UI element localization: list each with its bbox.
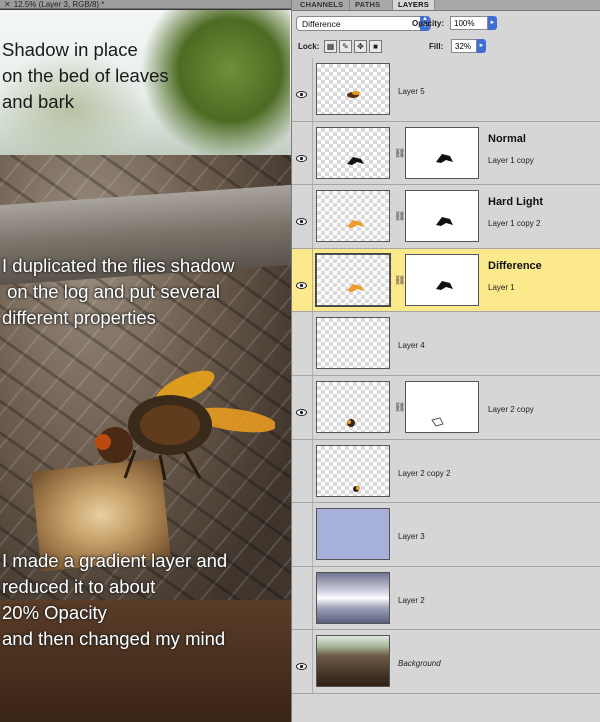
layer-name[interactable]: Layer 2 copy 2 bbox=[398, 469, 450, 478]
eye-icon[interactable] bbox=[296, 276, 307, 289]
tab-channels[interactable]: CHANNELS bbox=[295, 0, 348, 10]
caption-duplicated: I duplicated the flies shadow on the log… bbox=[2, 255, 235, 328]
lock-label: Lock: bbox=[298, 42, 320, 51]
layer-thumbnail[interactable] bbox=[316, 126, 390, 179]
layer-row[interactable]: Layer 5 bbox=[292, 58, 600, 122]
layer-name[interactable]: Layer 2 copy bbox=[488, 405, 534, 414]
caption-shadow: Shadow in place on the bed of leaves and… bbox=[2, 39, 169, 112]
fill-arrow-icon[interactable]: ► bbox=[477, 39, 486, 53]
fill-label: Fill: bbox=[429, 42, 444, 51]
layers-list: Layer 5 ⛓ Normal Layer 1 copy ⛓ Hard Light Lay… bbox=[292, 58, 600, 694]
layer-thumbnail[interactable] bbox=[316, 63, 390, 115]
opacity-label: Opacity: bbox=[412, 19, 445, 28]
lock-transparent-pixels-icon[interactable]: ▦ bbox=[324, 40, 337, 53]
layer-mask-thumbnail[interactable] bbox=[405, 253, 479, 306]
layer-mode-note: Difference bbox=[488, 259, 542, 272]
visibility-toggle[interactable] bbox=[292, 375, 313, 439]
layer-name[interactable]: Layer 1 copy bbox=[488, 156, 534, 165]
layer-thumbnail[interactable] bbox=[316, 317, 390, 370]
visibility-toggle[interactable] bbox=[292, 58, 313, 121]
lock-all-icon[interactable]: ■ bbox=[369, 40, 382, 53]
layer-name[interactable]: Layer 1 bbox=[488, 283, 515, 292]
tab-layers[interactable]: LAYERS bbox=[392, 0, 435, 10]
blend-mode-value: Difference bbox=[302, 19, 341, 29]
layer-row[interactable]: Layer 4 bbox=[292, 312, 600, 376]
blend-options-row: Difference ▲ ▼ Opacity: 100% ► bbox=[292, 10, 600, 36]
visibility-toggle[interactable] bbox=[292, 503, 313, 566]
visibility-toggle[interactable] bbox=[292, 312, 313, 375]
layer-mask-thumbnail[interactable] bbox=[405, 380, 479, 433]
lock-image-pixels-icon[interactable]: ✎ bbox=[339, 40, 352, 53]
image-canvas[interactable]: Shadow in place on the bed of leaves and… bbox=[0, 10, 291, 722]
layers-panel: CHANNELS PATHS LAYERS Difference ▲ ▼ Opac… bbox=[291, 0, 600, 722]
layer-name[interactable]: Background bbox=[398, 659, 441, 668]
visibility-toggle[interactable] bbox=[292, 566, 313, 630]
layer-thumbnail[interactable] bbox=[316, 508, 390, 561]
document-tab[interactable]: ✕ 12.5% (Layer 3, RGB/8) * bbox=[0, 0, 291, 9]
layer-name[interactable]: Layer 5 bbox=[398, 87, 425, 96]
layer-mode-note: Normal bbox=[488, 132, 526, 145]
layer-row[interactable]: Layer 2 copy 2 bbox=[292, 439, 600, 504]
layer-row[interactable]: ⛓ Difference Layer 1 bbox=[292, 248, 600, 313]
layer-row[interactable]: Layer 2 bbox=[292, 566, 600, 631]
eye-icon[interactable] bbox=[296, 212, 307, 226]
opacity-input[interactable]: 100% bbox=[450, 16, 488, 30]
layer-thumbnail[interactable] bbox=[316, 190, 390, 243]
layer-mode-note: Hard Light bbox=[488, 196, 543, 209]
opacity-arrow-icon[interactable]: ► bbox=[488, 16, 497, 30]
layer-row[interactable]: Background bbox=[292, 630, 600, 694]
document-window: ✕ 12.5% (Layer 3, RGB/8) * Shadow in plac… bbox=[0, 0, 291, 722]
link-chain-icon[interactable]: ⛓ bbox=[394, 147, 405, 159]
layer-row[interactable]: ⛓ Layer 2 copy bbox=[292, 375, 600, 440]
layer-thumbnail[interactable] bbox=[316, 571, 390, 624]
lock-options-row: Lock: ▦ ✎ ✥ ■ Fill: 32% ► bbox=[292, 36, 600, 59]
layer-thumbnail[interactable] bbox=[316, 380, 390, 433]
layer-name[interactable]: Layer 3 bbox=[398, 532, 425, 541]
blend-mode-select[interactable]: Difference ▲ ▼ bbox=[296, 16, 431, 31]
lock-position-icon[interactable]: ✥ bbox=[354, 40, 367, 53]
layer-row[interactable]: Layer 3 bbox=[292, 503, 600, 567]
fill-input[interactable]: 32% bbox=[451, 39, 477, 53]
layer-row[interactable]: ⛓ Normal Layer 1 copy bbox=[292, 121, 600, 186]
layer-mask-thumbnail[interactable] bbox=[405, 126, 479, 179]
link-chain-icon[interactable]: ⛓ bbox=[394, 210, 405, 222]
layer-mask-thumbnail[interactable] bbox=[405, 190, 479, 243]
layer-thumbnail[interactable] bbox=[316, 635, 390, 688]
layer-thumbnail[interactable] bbox=[315, 252, 391, 307]
close-icon[interactable]: ✕ bbox=[4, 0, 11, 8]
eye-icon[interactable] bbox=[296, 657, 307, 671]
layer-name[interactable]: Layer 4 bbox=[398, 341, 425, 350]
layer-row[interactable]: ⛓ Hard Light Layer 1 copy 2 bbox=[292, 185, 600, 249]
link-chain-icon[interactable]: ⛓ bbox=[394, 401, 405, 413]
visibility-toggle[interactable] bbox=[292, 630, 313, 693]
link-chain-icon[interactable]: ⛓ bbox=[394, 274, 405, 286]
caption-gradient: I made a gradient layer and reduced it t… bbox=[2, 550, 228, 649]
visibility-toggle[interactable] bbox=[292, 121, 313, 185]
eye-icon[interactable] bbox=[296, 85, 307, 98]
visibility-toggle[interactable] bbox=[292, 248, 313, 312]
layer-thumbnail[interactable] bbox=[316, 444, 390, 497]
layer-name[interactable]: Layer 1 copy 2 bbox=[488, 219, 540, 228]
fly-image bbox=[95, 370, 275, 480]
visibility-toggle[interactable] bbox=[292, 439, 313, 503]
layer-name[interactable]: Layer 2 bbox=[398, 596, 425, 605]
eye-icon[interactable] bbox=[296, 149, 307, 162]
eye-icon[interactable] bbox=[296, 403, 307, 416]
tab-paths[interactable]: PATHS bbox=[349, 0, 385, 10]
visibility-toggle[interactable] bbox=[292, 185, 313, 248]
document-title: 12.5% (Layer 3, RGB/8) * bbox=[13, 0, 105, 9]
